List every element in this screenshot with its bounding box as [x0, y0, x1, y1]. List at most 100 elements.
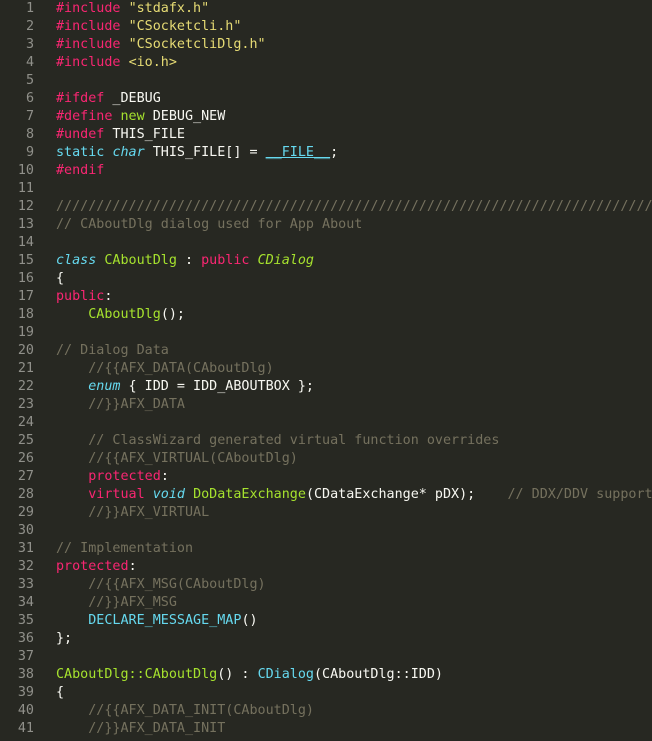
code-line[interactable]: 17 public: [0, 288, 652, 306]
code-line[interactable]: 41 //}}AFX_DATA_INIT [0, 720, 652, 738]
code-line[interactable]: 37 [0, 648, 652, 666]
code-line[interactable]: 36}; [0, 630, 652, 648]
code-line[interactable]: 31 // Implementation [0, 540, 652, 558]
code-line[interactable]: 24 [0, 414, 652, 432]
code-text: enum { IDD = IDD_ABOUTBOX }; [56, 378, 314, 396]
code-text: #ifdef _DEBUG [56, 90, 161, 108]
code-line[interactable]: 19 [0, 324, 652, 342]
code-text: #include <io.h> [56, 54, 177, 72]
code-line[interactable]: 15 class CAboutDlg : public CDialog [0, 252, 652, 270]
code-text: virtual void DoDataExchange(CDataExchang… [56, 486, 652, 504]
code-line[interactable]: 22 enum { IDD = IDD_ABOUTBOX }; [0, 378, 652, 396]
code-line[interactable]: 13 // CAboutDlg dialog used for App About [0, 216, 652, 234]
line-number: 5 [25, 73, 34, 88]
code-token-text: THIS_FILE[] = [144, 145, 266, 160]
code-line[interactable]: 23 //}}AFX_DATA [0, 396, 652, 414]
code-token-pp: #include [56, 1, 121, 16]
code-token-text: _DEBUG [104, 91, 161, 106]
code-line[interactable]: 33 //{{AFX_MSG(CAboutDlg) [0, 576, 652, 594]
code-text: protected: [56, 468, 169, 486]
code-text: #include "stdafx.h" [56, 0, 209, 18]
code-token-text: DEBUG_NEW [144, 109, 226, 124]
code-line[interactable]: 30 [0, 522, 652, 540]
code-text: { [56, 270, 64, 288]
code-token-comment: // DDX/DDV support [507, 487, 652, 502]
code-token-text: { [56, 685, 65, 700]
code-token-pp: #define [56, 109, 113, 124]
line-number: 23 [17, 397, 34, 412]
code-line[interactable]: 28 virtual void DoDataExchange(CDataExch… [0, 486, 652, 504]
code-line[interactable]: 35 DECLARE_MESSAGE_MAP() [0, 612, 652, 630]
line-number: 7 [25, 109, 34, 124]
line-number: 12 [17, 199, 34, 214]
line-number: 13 [17, 217, 34, 232]
code-token-comment: //{{AFX_DATA(CAboutDlg) [88, 361, 274, 376]
code-line[interactable]: 39 { [0, 684, 652, 702]
code-line[interactable]: 8 #undef THIS_FILE [0, 126, 652, 144]
code-text: #undef THIS_FILE [56, 126, 185, 144]
code-line[interactable]: 21 //{{AFX_DATA(CAboutDlg) [0, 360, 652, 378]
line-number: 18 [17, 307, 34, 322]
code-editor[interactable]: 1 #include "stdafx.h" 2 #include "CSocketcl… [0, 0, 652, 741]
code-line[interactable]: 6 #ifdef _DEBUG [0, 90, 652, 108]
line-number: 15 [17, 253, 34, 268]
code-line[interactable]: 25 // ClassWizard generated virtual func… [0, 432, 652, 450]
code-token-str: <io.h> [128, 55, 177, 70]
code-text: // ClassWizard generated virtual functio… [56, 432, 499, 450]
code-line[interactable]: 27 protected: [0, 468, 652, 486]
code-line[interactable]: 29 //}}AFX_VIRTUAL [0, 504, 652, 522]
code-text: #define new DEBUG_NEW [56, 108, 225, 126]
code-token-kw: protected [56, 559, 129, 574]
code-line[interactable]: 38 CAboutDlg::CAboutDlg() : CDialog(CAbou… [0, 666, 652, 684]
code-line[interactable]: 10 #endif [0, 162, 652, 180]
code-line[interactable]: 4 #include <io.h> [0, 54, 652, 72]
code-token-text: : [160, 469, 169, 484]
code-token-text: THIS_FILE [104, 127, 185, 142]
code-line[interactable]: 11 [0, 180, 652, 198]
code-line[interactable]: 7 #define new DEBUG_NEW [0, 108, 652, 126]
code-text: ////////////////////////////////////////… [56, 198, 652, 216]
code-token-kw: protected [88, 469, 161, 484]
code-token-comment: //{{AFX_MSG(CAboutDlg) [88, 577, 266, 592]
code-token-pp: #include [56, 55, 121, 70]
code-line[interactable]: 9 static char THIS_FILE[] = __FILE__; [0, 144, 652, 162]
code-token-text: : [176, 253, 202, 268]
code-line[interactable]: 5 [0, 72, 652, 90]
code-token-type: class [56, 253, 97, 268]
code-line[interactable]: 2 #include "CSocketcli.h" [0, 18, 652, 36]
line-number: 28 [17, 487, 34, 502]
code-text: //{{AFX_VIRTUAL(CAboutDlg) [56, 450, 298, 468]
code-token-builtin: DECLARE_MESSAGE_MAP [88, 613, 242, 628]
code-line[interactable]: 32 protected: [0, 558, 652, 576]
code-line[interactable]: 3 #include "CSocketcliDlg.h" [0, 36, 652, 54]
code-token-text: { IDD = IDD_ABOUTBOX }; [120, 379, 314, 394]
code-token-pp: #endif [56, 163, 105, 178]
code-line[interactable]: 26 //{{AFX_VIRTUAL(CAboutDlg) [0, 450, 652, 468]
line-number: 37 [17, 649, 34, 664]
code-line[interactable]: 1 #include "stdafx.h" [0, 0, 652, 18]
line-number: 6 [25, 91, 34, 106]
code-token-text: : [104, 289, 113, 304]
code-line[interactable]: 20 // Dialog Data [0, 342, 652, 360]
code-line[interactable]: 34 //}}AFX_MSG [0, 594, 652, 612]
code-line[interactable]: 14 [0, 234, 652, 252]
code-text: //{{AFX_DATA_INIT(CAboutDlg) [56, 702, 314, 720]
code-token-text: () [241, 613, 258, 628]
code-line[interactable]: 18 CAboutDlg(); [0, 306, 652, 324]
code-text: { [56, 684, 64, 702]
code-token-pp: #include [56, 37, 121, 52]
code-token-text: (); [160, 307, 185, 322]
code-line[interactable]: 16 { [0, 270, 652, 288]
line-number: 1 [25, 1, 34, 16]
code-line[interactable]: 40 //{{AFX_DATA_INIT(CAboutDlg) [0, 702, 652, 720]
code-token-text: (CDataExchange* pDX); [305, 487, 508, 502]
code-line[interactable]: 12 //////////////////////////////////////… [0, 198, 652, 216]
line-number: 21 [17, 361, 34, 376]
